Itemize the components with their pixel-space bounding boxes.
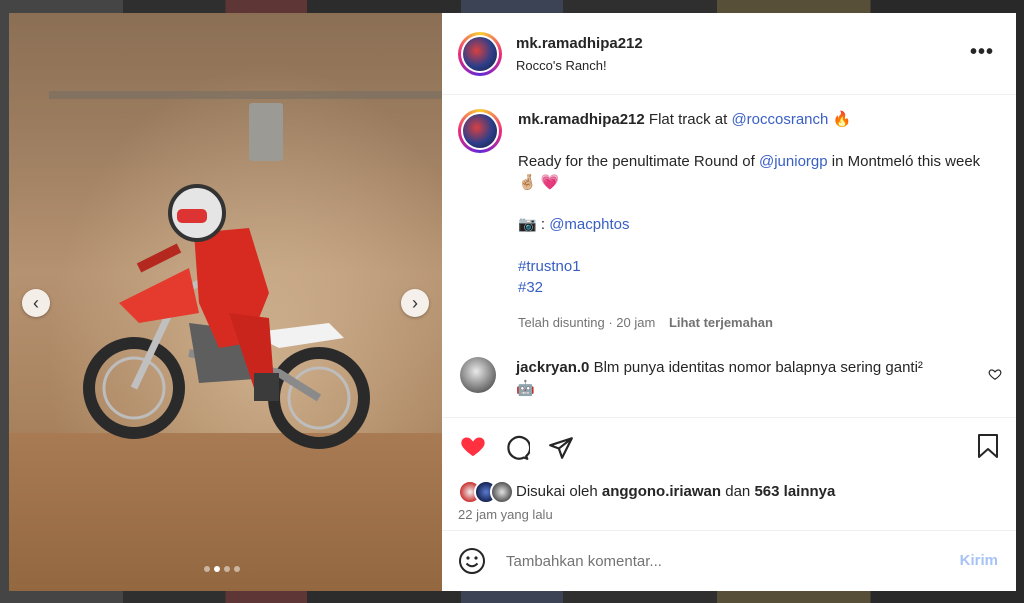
- edited-time: Telah disunting · 20 jam: [518, 315, 656, 330]
- comment-like-icon[interactable]: [988, 367, 1002, 381]
- slide-dot: [204, 566, 210, 572]
- post-header: mk.ramadhipa212 Rocco's Ranch! •••: [442, 13, 1016, 95]
- mention-link[interactable]: @macphtos: [549, 216, 629, 233]
- translate-link[interactable]: Lihat terjemahan: [669, 315, 773, 330]
- bookmark-icon: [978, 434, 998, 458]
- comment-input[interactable]: [504, 551, 908, 571]
- slide-dot-active: [214, 566, 220, 572]
- next-slide-button[interactable]: ›: [401, 289, 429, 317]
- caption: mk.ramadhipa212 Flat track at @roccosran…: [442, 95, 1016, 333]
- dirt-bike-rider-image: [83, 184, 370, 449]
- add-comment-bar: Kirim: [442, 530, 1016, 591]
- mention-link[interactable]: @juniorgp: [759, 153, 828, 170]
- heart-icon: [461, 437, 485, 457]
- post-details-panel: mk.ramadhipa212 Rocco's Ranch! ••• mk.ra…: [442, 13, 1016, 591]
- caption-line-3: 📷 : @macphtos: [518, 214, 988, 235]
- media-rail: [49, 91, 442, 99]
- post-media: ‹ ›: [9, 13, 442, 591]
- caption-emoji: 🤞🏼 💗: [518, 174, 560, 191]
- share-button[interactable]: [546, 433, 576, 463]
- commenter-username[interactable]: jackryan.0: [516, 359, 589, 376]
- liker-avatars[interactable]: [458, 480, 516, 504]
- caption-body: mk.ramadhipa212 Flat track at @roccosran…: [518, 109, 988, 333]
- avatar-inner: [461, 34, 499, 73]
- avatar-image: [463, 114, 497, 148]
- mention-link[interactable]: @roccosranch: [731, 111, 828, 128]
- caption-separator: :: [540, 216, 546, 233]
- author-avatar[interactable]: [458, 31, 502, 76]
- slide-dot: [234, 566, 240, 572]
- avatar-inner: [461, 112, 499, 150]
- previous-slide-button[interactable]: ‹: [22, 289, 50, 317]
- likes-row: Disukai oleh anggono.iriawan dan 563 lai…: [458, 480, 1000, 504]
- more-options-icon[interactable]: •••: [970, 41, 994, 64]
- header-text: mk.ramadhipa212 Rocco's Ranch!: [516, 35, 643, 73]
- comments-section: mk.ramadhipa212 Flat track at @roccosran…: [442, 95, 1016, 417]
- liker-username[interactable]: anggono.iriawan: [602, 483, 721, 500]
- likes-summary: Disukai oleh anggono.iriawan dan 563 lai…: [516, 483, 835, 500]
- emoji-icon[interactable]: [458, 547, 486, 575]
- like-button[interactable]: [458, 433, 488, 463]
- likes-conj: dan: [725, 482, 751, 500]
- caption-username[interactable]: mk.ramadhipa212: [518, 111, 645, 128]
- post-actions: [442, 417, 1016, 478]
- author-username[interactable]: mk.ramadhipa212: [516, 35, 643, 52]
- caption-text: Ready for the penultimate Round of: [518, 153, 755, 170]
- comment-text: Blm punya identitas nomor balapnya serin…: [593, 359, 923, 376]
- caption-line-2: Ready for the penultimate Round of @juni…: [518, 151, 988, 193]
- likes-section: Disukai oleh anggono.iriawan dan 563 lai…: [442, 478, 1016, 530]
- caption-avatar[interactable]: [458, 109, 502, 153]
- avatar-image: [463, 36, 497, 71]
- slide-dot: [224, 566, 230, 572]
- comment-emoji: 🤖: [516, 380, 535, 397]
- comment-item: jackryan.0 Blm punya identitas nomor bal…: [442, 333, 1016, 399]
- comment-button[interactable]: [502, 433, 532, 463]
- caption-text: in Montmeló this week: [831, 153, 981, 170]
- slide-indicator: [204, 566, 240, 572]
- likes-prefix: Disukai oleh: [516, 482, 598, 500]
- save-button[interactable]: [976, 433, 1000, 464]
- post-modal: ‹ › mk.ramadhipa212 Rocco's Ranch! ••• m…: [9, 13, 1016, 591]
- hashtag-link[interactable]: #32: [518, 277, 988, 298]
- comment-body: jackryan.0 Blm punya identitas nomor bal…: [516, 357, 956, 399]
- commenter-avatar[interactable]: [460, 357, 496, 393]
- caption-line-1: mk.ramadhipa212 Flat track at @roccosran…: [518, 109, 988, 130]
- likes-others-link[interactable]: 563 lainnya: [754, 483, 835, 500]
- hashtag-link[interactable]: #trustno1: [518, 256, 988, 277]
- caption-text: Flat track at: [648, 111, 728, 128]
- media-barrel: [249, 103, 283, 161]
- post-comment-button[interactable]: Kirim: [960, 552, 998, 569]
- share-icon: [549, 437, 573, 459]
- fire-emoji: 🔥: [832, 111, 852, 128]
- liker-avatar: [490, 480, 514, 504]
- post-timestamp[interactable]: 22 jam yang lalu: [458, 507, 1000, 522]
- caption-meta: Telah disunting · 20 jam Lihat terjemaha…: [518, 312, 988, 333]
- location-link[interactable]: Rocco's Ranch!: [516, 58, 643, 73]
- comment-icon: [507, 435, 530, 460]
- camera-emoji: 📷: [518, 216, 537, 233]
